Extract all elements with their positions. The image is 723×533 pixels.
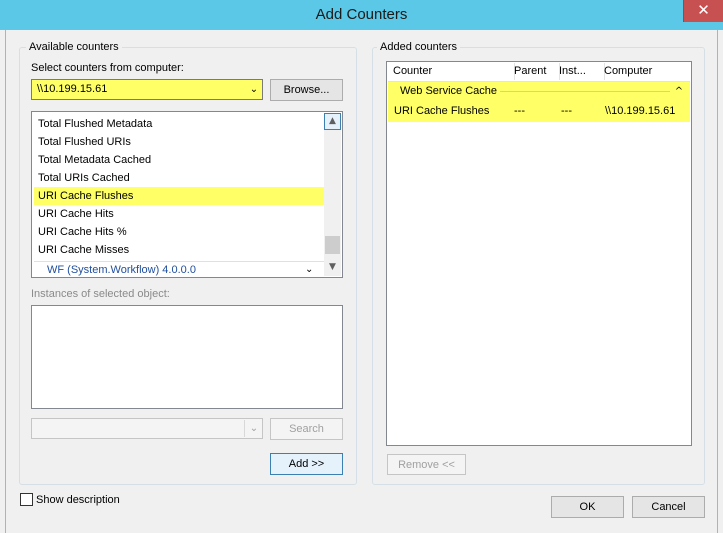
- counter-list-item[interactable]: URI Cache Flushes: [34, 187, 326, 205]
- search-combobox[interactable]: ⌄: [31, 418, 263, 439]
- available-counters-label: Available counters: [26, 40, 122, 54]
- ok-button[interactable]: OK: [551, 496, 624, 518]
- show-description-label[interactable]: Show description: [36, 493, 120, 507]
- window-title: Add Counters: [315, 6, 408, 23]
- counter-list-item[interactable]: Total Flushed Metadata: [34, 115, 322, 133]
- counter-list-item[interactable]: URI Cache Misses: [34, 241, 322, 259]
- computer-combobox[interactable]: \\10.199.15.61 ⌄: [31, 79, 263, 100]
- next-object-row[interactable]: WF (System.Workflow) 4.0.0.0 ⌄: [34, 261, 324, 277]
- search-button[interactable]: Search: [270, 418, 343, 440]
- close-icon: ✕: [697, 1, 710, 19]
- scroll-down-icon[interactable]: ▼: [324, 259, 341, 276]
- cancel-button[interactable]: Cancel: [632, 496, 705, 518]
- scrollbar-thumb[interactable]: [325, 236, 340, 254]
- show-description-checkbox[interactable]: [20, 493, 33, 506]
- column-header-counter[interactable]: Counter: [388, 63, 515, 80]
- collapse-icon[interactable]: ^: [672, 83, 686, 101]
- group-divider: [500, 91, 670, 92]
- scroll-up-icon[interactable]: ▲: [324, 113, 341, 130]
- select-computer-label: Select counters from computer:: [31, 62, 184, 74]
- chevron-down-icon[interactable]: ⌄: [246, 80, 262, 99]
- row-parent: ---: [514, 105, 525, 117]
- browse-button[interactable]: Browse...: [270, 79, 343, 101]
- group-row-label: Web Service Cache: [400, 85, 498, 97]
- counters-list[interactable]: Total Flushed Metadata Total Flushed URIs…: [31, 111, 343, 278]
- counter-list-item[interactable]: URI Cache Hits %: [34, 223, 322, 241]
- computer-value: \\10.199.15.61: [37, 83, 108, 95]
- column-header-instance[interactable]: Inst...: [554, 63, 605, 80]
- counter-list-item[interactable]: Total Flushed URIs: [34, 133, 322, 151]
- column-header-computer[interactable]: Computer: [599, 63, 695, 80]
- remove-button[interactable]: Remove <<: [387, 454, 466, 475]
- counters-scrollbar[interactable]: ▲ ▼: [324, 113, 341, 276]
- close-button[interactable]: ✕: [683, 0, 723, 22]
- row-computer: \\10.199.15.61: [605, 105, 676, 117]
- expand-chevron-icon[interactable]: ⌄: [305, 262, 313, 278]
- combobox-divider: [244, 420, 245, 437]
- table-row[interactable]: URI Cache Flushes --- --- \\10.199.15.61: [388, 102, 690, 121]
- counter-list-item[interactable]: URI Cache Hits: [34, 205, 322, 223]
- added-counters-table[interactable]: Counter Parent Inst... Computer Web Serv…: [386, 61, 692, 446]
- counter-list-item[interactable]: Total Metadata Cached: [34, 151, 322, 169]
- add-button[interactable]: Add >>: [270, 453, 343, 475]
- next-object-label: WF (System.Workflow) 4.0.0.0: [47, 264, 196, 276]
- added-counters-label: Added counters: [377, 40, 461, 54]
- instances-label: Instances of selected object:: [31, 288, 170, 300]
- instances-list[interactable]: [31, 305, 343, 409]
- search-chevron-icon[interactable]: ⌄: [247, 419, 261, 438]
- counter-list-item[interactable]: Total URIs Cached: [34, 169, 322, 187]
- row-instance: ---: [561, 105, 572, 117]
- column-header-parent[interactable]: Parent: [509, 63, 560, 80]
- row-counter: URI Cache Flushes: [394, 105, 490, 117]
- table-header: Counter Parent Inst... Computer: [388, 63, 690, 82]
- group-row[interactable]: Web Service Cache ^: [388, 82, 690, 101]
